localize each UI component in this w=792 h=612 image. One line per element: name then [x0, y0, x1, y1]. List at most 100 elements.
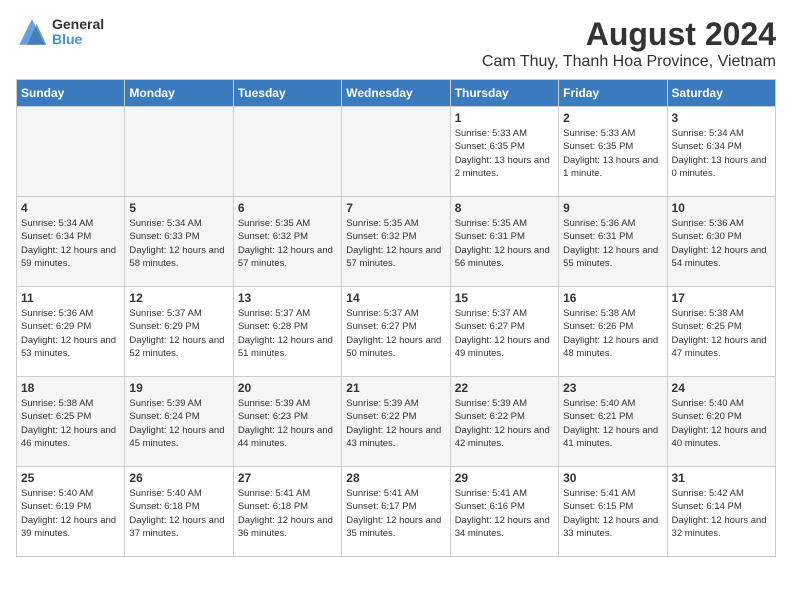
calendar-cell: 10Sunrise: 5:36 AM Sunset: 6:30 PM Dayli… — [667, 197, 775, 287]
calendar-cell: 17Sunrise: 5:38 AM Sunset: 6:25 PM Dayli… — [667, 287, 775, 377]
calendar-cell: 8 Sunrise: 5:35 AM Sunset: 6:31 PM Daylig… — [450, 197, 558, 287]
calendar-cell: 27 Sunrise: 5:41 AM Sunset: 6:18 PM Dayli… — [233, 467, 341, 557]
calendar-cell: 9Sunrise: 5:36 AM Sunset: 6:31 PM Daylig… — [559, 197, 667, 287]
calendar-subtitle: Cam Thuy, Thanh Hoa Province, Vietnam — [482, 53, 776, 71]
day-info: Sunrise: 5:42 AM Sunset: 6:14 PM Dayligh… — [672, 487, 771, 540]
week-row-4: 18 Sunrise: 5:38 AM Sunset: 6:25 PM Dayli… — [17, 377, 776, 467]
day-number: 25 — [21, 471, 120, 485]
week-row-3: 11Sunrise: 5:36 AM Sunset: 6:29 PM Dayli… — [17, 287, 776, 377]
calendar-cell: 25 Sunrise: 5:40 AM Sunset: 6:19 PM Dayli… — [17, 467, 125, 557]
calendar-cell: 3Sunrise: 5:34 AM Sunset: 6:34 PM Daylig… — [667, 107, 775, 197]
calendar-cell: 11Sunrise: 5:36 AM Sunset: 6:29 PM Dayli… — [17, 287, 125, 377]
calendar-cell: 18 Sunrise: 5:38 AM Sunset: 6:25 PM Dayli… — [17, 377, 125, 467]
day-number: 30 — [563, 471, 662, 485]
calendar-cell: 13 Sunrise: 5:37 AM Sunset: 6:28 PM Dayli… — [233, 287, 341, 377]
day-info: Sunrise: 5:41 AM Sunset: 6:17 PM Dayligh… — [346, 487, 445, 540]
calendar-cell: 29 Sunrise: 5:41 AM Sunset: 6:16 PM Dayli… — [450, 467, 558, 557]
day-info: Sunrise: 5:40 AM Sunset: 6:21 PM Dayligh… — [563, 397, 662, 450]
day-info: Sunrise: 5:40 AM Sunset: 6:19 PM Dayligh… — [21, 487, 120, 540]
day-info: Sunrise: 5:35 AM Sunset: 6:32 PM Dayligh… — [238, 217, 337, 270]
day-info: Sunrise: 5:37 AM Sunset: 6:29 PM Dayligh… — [129, 307, 228, 360]
day-info: Sunrise: 5:39 AM Sunset: 6:22 PM Dayligh… — [455, 397, 554, 450]
day-info: Sunrise: 5:41 AM Sunset: 6:18 PM Dayligh… — [238, 487, 337, 540]
day-number: 11 — [21, 291, 120, 305]
day-info: Sunrise: 5:39 AM Sunset: 6:23 PM Dayligh… — [238, 397, 337, 450]
calendar-cell: 31 Sunrise: 5:42 AM Sunset: 6:14 PM Dayli… — [667, 467, 775, 557]
calendar-cell: 12 Sunrise: 5:37 AM Sunset: 6:29 PM Dayli… — [125, 287, 233, 377]
day-info: Sunrise: 5:36 AM Sunset: 6:31 PM Dayligh… — [563, 217, 662, 270]
day-info: Sunrise: 5:35 AM Sunset: 6:32 PM Dayligh… — [346, 217, 445, 270]
day-number: 14 — [346, 291, 445, 305]
calendar-cell: 7 Sunrise: 5:35 AM Sunset: 6:32 PM Daylig… — [342, 197, 450, 287]
day-info: Sunrise: 5:38 AM Sunset: 6:25 PM Dayligh… — [21, 397, 120, 450]
calendar-cell: 21 Sunrise: 5:39 AM Sunset: 6:22 PM Dayli… — [342, 377, 450, 467]
day-number: 13 — [238, 291, 337, 305]
calendar-cell: 2Sunrise: 5:33 AM Sunset: 6:35 PM Daylig… — [559, 107, 667, 197]
day-number: 27 — [238, 471, 337, 485]
column-header-wednesday: Wednesday — [342, 80, 450, 107]
day-number: 16 — [563, 291, 662, 305]
day-number: 26 — [129, 471, 228, 485]
day-info: Sunrise: 5:40 AM Sunset: 6:18 PM Dayligh… — [129, 487, 228, 540]
day-number: 17 — [672, 291, 771, 305]
day-info: Sunrise: 5:39 AM Sunset: 6:24 PM Dayligh… — [129, 397, 228, 450]
day-number: 23 — [563, 381, 662, 395]
calendar-cell: 19 Sunrise: 5:39 AM Sunset: 6:24 PM Dayli… — [125, 377, 233, 467]
day-number: 24 — [672, 381, 771, 395]
day-info: Sunrise: 5:33 AM Sunset: 6:35 PM Dayligh… — [563, 127, 662, 180]
column-header-thursday: Thursday — [450, 80, 558, 107]
calendar-title: August 2024 — [482, 16, 776, 53]
week-row-5: 25 Sunrise: 5:40 AM Sunset: 6:19 PM Dayli… — [17, 467, 776, 557]
day-info: Sunrise: 5:37 AM Sunset: 6:27 PM Dayligh… — [346, 307, 445, 360]
calendar-cell: 14 Sunrise: 5:37 AM Sunset: 6:27 PM Dayli… — [342, 287, 450, 377]
day-number: 6 — [238, 201, 337, 215]
column-header-saturday: Saturday — [667, 80, 775, 107]
calendar-cell: 28Sunrise: 5:41 AM Sunset: 6:17 PM Dayli… — [342, 467, 450, 557]
column-header-tuesday: Tuesday — [233, 80, 341, 107]
calendar-cell: 30 Sunrise: 5:41 AM Sunset: 6:15 PM Dayli… — [559, 467, 667, 557]
day-info: Sunrise: 5:37 AM Sunset: 6:27 PM Dayligh… — [455, 307, 554, 360]
calendar-cell: 24 Sunrise: 5:40 AM Sunset: 6:20 PM Dayli… — [667, 377, 775, 467]
day-info: Sunrise: 5:37 AM Sunset: 6:28 PM Dayligh… — [238, 307, 337, 360]
day-info: Sunrise: 5:40 AM Sunset: 6:20 PM Dayligh… — [672, 397, 771, 450]
day-number: 20 — [238, 381, 337, 395]
day-number: 15 — [455, 291, 554, 305]
day-number: 29 — [455, 471, 554, 485]
week-row-1: 1 Sunrise: 5:33 AM Sunset: 6:35 PM Daylig… — [17, 107, 776, 197]
calendar-cell — [17, 107, 125, 197]
logo: General Blue — [16, 16, 104, 48]
logo-icon — [16, 16, 48, 48]
logo-general-text: General — [52, 17, 104, 32]
day-info: Sunrise: 5:38 AM Sunset: 6:26 PM Dayligh… — [563, 307, 662, 360]
day-number: 4 — [21, 201, 120, 215]
header: General Blue August 2024 Cam Thuy, Thanh… — [16, 16, 776, 71]
column-header-sunday: Sunday — [17, 80, 125, 107]
day-number: 19 — [129, 381, 228, 395]
day-number: 12 — [129, 291, 228, 305]
calendar-cell: 4 Sunrise: 5:34 AM Sunset: 6:34 PM Daylig… — [17, 197, 125, 287]
column-header-monday: Monday — [125, 80, 233, 107]
day-info: Sunrise: 5:41 AM Sunset: 6:16 PM Dayligh… — [455, 487, 554, 540]
day-info: Sunrise: 5:33 AM Sunset: 6:35 PM Dayligh… — [455, 127, 554, 180]
day-info: Sunrise: 5:41 AM Sunset: 6:15 PM Dayligh… — [563, 487, 662, 540]
day-info: Sunrise: 5:39 AM Sunset: 6:22 PM Dayligh… — [346, 397, 445, 450]
day-number: 7 — [346, 201, 445, 215]
calendar-cell: 23 Sunrise: 5:40 AM Sunset: 6:21 PM Dayli… — [559, 377, 667, 467]
calendar-cell — [125, 107, 233, 197]
day-info: Sunrise: 5:34 AM Sunset: 6:34 PM Dayligh… — [21, 217, 120, 270]
day-number: 8 — [455, 201, 554, 215]
day-number: 1 — [455, 111, 554, 125]
calendar-cell — [233, 107, 341, 197]
calendar-cell: 26 Sunrise: 5:40 AM Sunset: 6:18 PM Dayli… — [125, 467, 233, 557]
day-number: 31 — [672, 471, 771, 485]
day-number: 21 — [346, 381, 445, 395]
calendar-cell: 16 Sunrise: 5:38 AM Sunset: 6:26 PM Dayli… — [559, 287, 667, 377]
day-info: Sunrise: 5:34 AM Sunset: 6:33 PM Dayligh… — [129, 217, 228, 270]
calendar-cell: 6 Sunrise: 5:35 AM Sunset: 6:32 PM Daylig… — [233, 197, 341, 287]
day-number: 18 — [21, 381, 120, 395]
day-info: Sunrise: 5:34 AM Sunset: 6:34 PM Dayligh… — [672, 127, 771, 180]
title-section: August 2024 Cam Thuy, Thanh Hoa Province… — [482, 16, 776, 71]
logo-blue-text: Blue — [52, 32, 104, 47]
day-info: Sunrise: 5:36 AM Sunset: 6:30 PM Dayligh… — [672, 217, 771, 270]
day-info: Sunrise: 5:35 AM Sunset: 6:31 PM Dayligh… — [455, 217, 554, 270]
